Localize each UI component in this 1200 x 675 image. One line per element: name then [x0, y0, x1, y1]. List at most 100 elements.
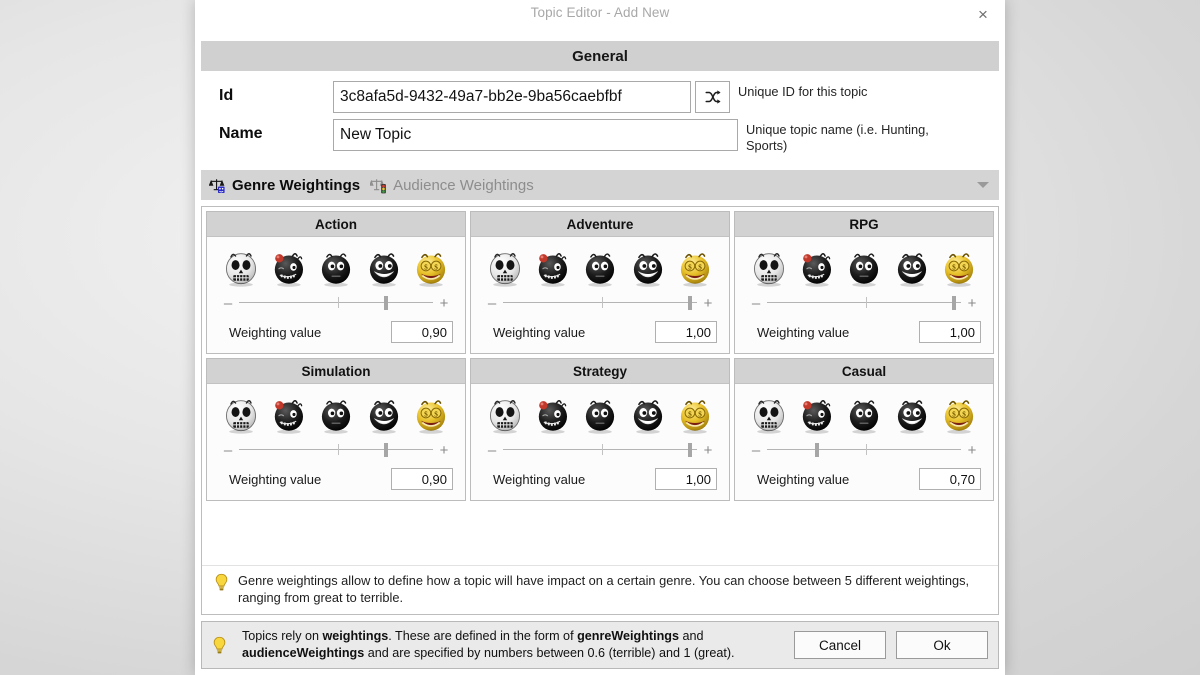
weighting-slider[interactable] — [767, 295, 961, 311]
face-neutral-icon[interactable] — [580, 392, 620, 434]
slider-increase-button[interactable]: + — [439, 443, 449, 458]
face-terrible-skull-icon[interactable] — [221, 392, 261, 434]
weighting-slider[interactable] — [239, 442, 433, 458]
weighting-face-row — [471, 237, 729, 289]
weighting-value-input[interactable] — [391, 468, 453, 490]
slider-decrease-button[interactable]: – — [223, 296, 233, 311]
footer-term-weightings: weightings — [322, 629, 389, 643]
id-input[interactable] — [333, 81, 691, 113]
topic-editor-dialog: Topic Editor - Add New × General Id Uniq… — [195, 0, 1005, 675]
title-bar: Topic Editor - Add New × — [195, 0, 1005, 28]
weighting-face-row — [735, 384, 993, 436]
slider-increase-button[interactable]: + — [703, 443, 713, 458]
face-bad-sick-icon[interactable] — [532, 392, 572, 434]
genre-card-title: Adventure — [471, 212, 729, 237]
weighting-value-input[interactable] — [655, 321, 717, 343]
weighting-value-label: Weighting value — [757, 471, 850, 487]
weighting-slider[interactable] — [503, 295, 697, 311]
footer-term-genreweightings: genreWeightings — [577, 629, 680, 643]
face-neutral-icon[interactable] — [844, 392, 884, 434]
face-terrible-skull-icon[interactable] — [749, 245, 789, 287]
face-bad-sick-icon[interactable] — [268, 392, 308, 434]
weighting-slider-row: – + — [207, 289, 465, 315]
face-good-smile-icon[interactable] — [364, 245, 404, 287]
weighting-value-input[interactable] — [391, 321, 453, 343]
weighting-value-row: Weighting value — [207, 462, 465, 500]
face-great-money-icon[interactable] — [939, 392, 979, 434]
window-title: Topic Editor - Add New — [530, 5, 670, 20]
slider-increase-button[interactable]: + — [439, 296, 449, 311]
slider-decrease-button[interactable]: – — [751, 296, 761, 311]
face-good-smile-icon[interactable] — [628, 392, 668, 434]
name-field-wrap — [333, 119, 738, 151]
face-bad-sick-icon[interactable] — [268, 245, 308, 287]
face-neutral-icon[interactable] — [580, 245, 620, 287]
face-bad-sick-icon[interactable] — [796, 392, 836, 434]
footer-text-2: . These are defined in the form of — [388, 629, 578, 643]
face-great-money-icon[interactable] — [675, 392, 715, 434]
slider-thumb[interactable] — [815, 443, 820, 457]
genre-card: Action – + Weighting value — [206, 211, 466, 354]
face-terrible-skull-icon[interactable] — [485, 392, 525, 434]
face-bad-sick-icon[interactable] — [532, 245, 572, 287]
face-good-smile-icon[interactable] — [892, 392, 932, 434]
ok-button[interactable]: Ok — [896, 631, 988, 659]
face-terrible-skull-icon[interactable] — [749, 392, 789, 434]
face-terrible-skull-icon[interactable] — [221, 245, 261, 287]
face-good-smile-icon[interactable] — [628, 245, 668, 287]
shuffle-icon[interactable] — [695, 81, 730, 113]
genre-card-title: Action — [207, 212, 465, 237]
slider-decrease-button[interactable]: – — [487, 443, 497, 458]
face-neutral-icon[interactable] — [316, 392, 356, 434]
name-row: Name Unique topic name (i.e. Hunting, Sp… — [201, 119, 999, 154]
close-icon[interactable]: × — [969, 2, 997, 26]
slider-tick — [865, 297, 867, 308]
weighting-slider[interactable] — [767, 442, 961, 458]
slider-increase-button[interactable]: + — [703, 296, 713, 311]
slider-thumb[interactable] — [688, 443, 693, 457]
face-great-money-icon[interactable] — [939, 245, 979, 287]
genre-card: Simulation – + Weighting value — [206, 358, 466, 501]
weighting-value-label: Weighting value — [229, 324, 322, 340]
slider-decrease-button[interactable]: – — [751, 443, 761, 458]
weighting-slider-row: – + — [471, 436, 729, 462]
slider-thumb[interactable] — [384, 443, 389, 457]
slider-thumb[interactable] — [384, 296, 389, 310]
slider-decrease-button[interactable]: – — [223, 443, 233, 458]
weighting-slider[interactable] — [239, 295, 433, 311]
footer-text-4: and are specified by numbers between 0.6… — [364, 646, 735, 660]
weighting-value-input[interactable] — [655, 468, 717, 490]
weighting-face-row — [207, 237, 465, 289]
tab-audience-weightings[interactable]: Audience Weightings — [368, 170, 542, 200]
face-great-money-icon[interactable] — [411, 392, 451, 434]
slider-thumb[interactable] — [952, 296, 957, 310]
weighting-value-label: Weighting value — [493, 471, 586, 487]
genre-card-title: Strategy — [471, 359, 729, 384]
panel-info-text: Genre weightings allow to define how a t… — [238, 573, 970, 605]
face-great-money-icon[interactable] — [411, 245, 451, 287]
face-great-money-icon[interactable] — [675, 245, 715, 287]
genre-card-grid: Action–+Weighting valueAdventure–+Weight… — [202, 207, 998, 505]
cancel-button[interactable]: Cancel — [794, 631, 886, 659]
slider-thumb[interactable] — [688, 296, 693, 310]
genre-card: Strategy – + Weighting value — [470, 358, 730, 501]
face-bad-sick-icon[interactable] — [796, 245, 836, 287]
face-terrible-skull-icon[interactable] — [485, 245, 525, 287]
weighting-slider[interactable] — [503, 442, 697, 458]
slider-increase-button[interactable]: + — [967, 296, 977, 311]
weighting-face-row — [207, 384, 465, 436]
face-good-smile-icon[interactable] — [364, 392, 404, 434]
face-neutral-icon[interactable] — [844, 245, 884, 287]
weighting-value-input[interactable] — [919, 321, 981, 343]
footer-text-3: and — [679, 629, 704, 643]
footer-note: Topics rely on weightings. These are def… — [238, 628, 784, 662]
chevron-down-icon[interactable] — [977, 182, 989, 188]
face-good-smile-icon[interactable] — [892, 245, 932, 287]
slider-increase-button[interactable]: + — [967, 443, 977, 458]
tab-genre-weightings[interactable]: Genre Weightings — [207, 170, 368, 200]
name-input[interactable] — [333, 119, 738, 151]
face-neutral-icon[interactable] — [316, 245, 356, 287]
tab-audience-weightings-label: Audience Weightings — [393, 176, 534, 194]
weighting-value-input[interactable] — [919, 468, 981, 490]
slider-decrease-button[interactable]: – — [487, 296, 497, 311]
